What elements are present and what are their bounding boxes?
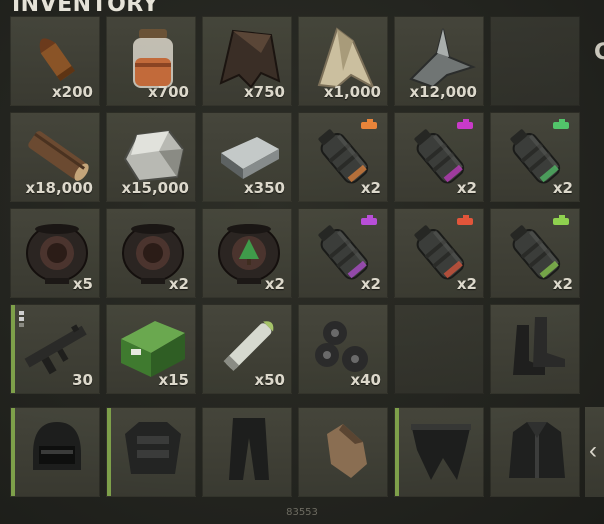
item-quantity: x1,000 (323, 83, 381, 101)
empty-slot[interactable] (394, 304, 484, 394)
inventory-slot[interactable]: x12,000 (394, 16, 484, 106)
inventory-slot[interactable]: x2 (394, 112, 484, 202)
inventory-slot[interactable]: x5 (10, 208, 100, 298)
inventory-slot[interactable]: 30 (10, 304, 100, 394)
clothing-slot[interactable] (298, 407, 388, 497)
inventory-slot[interactable]: x2 (202, 208, 292, 298)
clothing-slot[interactable] (202, 407, 292, 497)
pants-icon (211, 414, 287, 484)
inventory-slot[interactable]: x200 (10, 16, 100, 106)
item-quantity: x2 (360, 179, 381, 197)
item-quantity: x18,000 (25, 179, 93, 197)
inventory-slot[interactable]: x50 (202, 304, 292, 394)
item-quantity: x50 (254, 371, 285, 389)
chest-armor-icon (115, 414, 191, 484)
attachment-indicator (19, 311, 25, 329)
inventory-slot[interactable]: x2 (394, 208, 484, 298)
item-quantity: x2 (168, 275, 189, 293)
clothing-slot[interactable] (10, 407, 100, 497)
clothing-slot[interactable] (394, 407, 484, 497)
inventory-slot[interactable]: x2 (298, 208, 388, 298)
empty-slot[interactable] (490, 16, 580, 106)
footer-id: 83553 (286, 507, 318, 518)
item-quantity: x350 (244, 179, 285, 197)
inventory-slot[interactable]: x18,000 (10, 112, 100, 202)
inventory-slot[interactable]: x2 (490, 208, 580, 298)
clothing-slot[interactable] (490, 407, 580, 497)
inventory-slot[interactable]: x2 (490, 112, 580, 202)
inventory-slot[interactable]: x700 (106, 16, 196, 106)
item-quantity: x5 (72, 275, 93, 293)
side-panel-label: C (594, 40, 604, 65)
inventory-slot[interactable]: x1,000 (298, 16, 388, 106)
inventory-slot[interactable]: x15 (106, 304, 196, 394)
item-quantity: x200 (52, 83, 93, 101)
item-quantity: x2 (360, 275, 381, 293)
chevron-left-icon: ‹ (589, 437, 597, 464)
item-quantity: x2 (552, 179, 573, 197)
helmet-icon (19, 414, 95, 484)
inventory-slot[interactable]: x15,000 (106, 112, 196, 202)
item-quantity: 30 (72, 371, 93, 389)
inventory-slot[interactable]: x2 (106, 208, 196, 298)
item-quantity: x12,000 (409, 83, 477, 101)
boots-icon (499, 311, 575, 381)
clothing-slot[interactable] (106, 407, 196, 497)
item-quantity: x40 (350, 371, 381, 389)
item-quantity: x2 (456, 275, 477, 293)
gloves-icon (307, 414, 383, 484)
inventory-slot[interactable]: x750 (202, 16, 292, 106)
item-quantity: x750 (244, 83, 285, 101)
kilt-icon (403, 414, 479, 484)
item-quantity: x2 (552, 275, 573, 293)
item-quantity: x15,000 (121, 179, 189, 197)
next-page-button[interactable]: ‹ (585, 407, 604, 497)
item-quantity: x2 (264, 275, 285, 293)
inventory-slot[interactable]: x350 (202, 112, 292, 202)
item-quantity: x700 (148, 83, 189, 101)
jacket-icon (499, 414, 575, 484)
inventory-slot[interactable]: x2 (298, 112, 388, 202)
inventory-slot[interactable] (490, 304, 580, 394)
inventory-slot[interactable]: x40 (298, 304, 388, 394)
inventory-title: INVENTORY (12, 0, 159, 17)
item-quantity: x2 (456, 179, 477, 197)
item-quantity: x15 (158, 371, 189, 389)
